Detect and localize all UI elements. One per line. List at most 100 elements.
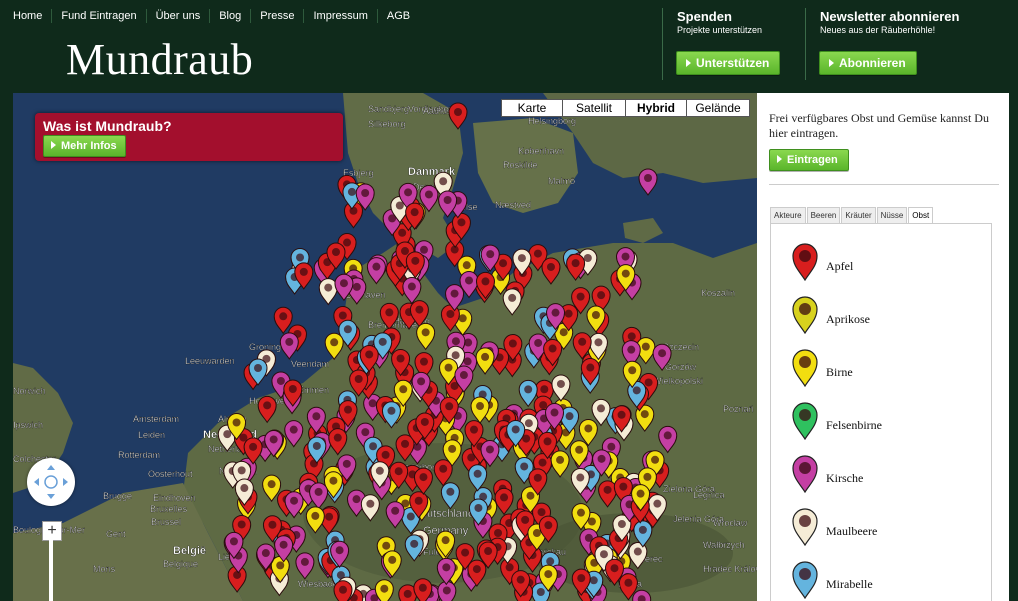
zoom-slider[interactable] [49,540,53,601]
legend-label: Maulbeere [826,524,878,538]
tab-nüsse[interactable]: Nüsse [876,207,908,223]
nav-link-3[interactable]: Blog [210,9,252,23]
pan-arrows-icon [34,465,68,499]
nav-link-0[interactable]: Home [4,9,53,23]
info-box-title: Was ist Mundraub? [43,118,172,134]
map-label: België [173,545,206,557]
mulberry-marker-icon [792,508,818,547]
legend-item: Mirabelle [791,560,981,600]
map-label: København [518,146,564,156]
map-type-satellit[interactable]: Satellit [562,99,626,117]
pear-marker-icon [792,349,818,388]
arrow-right-icon [51,141,56,150]
donate-subtitle: Projekte unterstützen [677,25,763,35]
legend-item: Aprikose [791,295,981,335]
map-label: Belgique [163,559,198,569]
map-label: Rotterdam [118,450,160,460]
donate-title: Spenden [677,9,732,24]
legend-label: Mirabelle [826,577,873,591]
map-label: Ipswich [13,420,43,430]
map-label: Bruxelles [150,504,188,514]
map-label: Leiden [138,430,165,440]
arrow-right-icon [777,155,782,164]
apple-marker-icon [792,243,818,282]
nav-link-2[interactable]: Über uns [147,9,211,23]
top-navigation: Home Fund Eintragen Über uns Blog Presse Impr… [4,8,419,24]
map-type-hybrid[interactable]: Hybrid [625,99,687,117]
legend-label: Aprikose [826,312,870,326]
map-label: Malmö [548,176,575,186]
fruit-marker[interactable] [374,579,394,601]
more-info-button[interactable]: Mehr Infos [43,135,126,157]
map-label: Helsingborg [528,116,576,126]
map-label: Næstved [495,200,531,210]
legend-item: Maulbeere [791,507,981,547]
map-label: Wałbrzych [703,540,745,550]
tab-kräuter[interactable]: Kräuter [841,207,876,223]
tab-obst[interactable]: Obst [908,207,934,223]
map-label: Brugge [103,491,132,501]
zoom-in-button[interactable]: + [42,521,62,541]
nav-link-6[interactable]: AGB [378,9,419,23]
sidebar-intro: Frei verfügbares Obst und Gemüse kannst … [769,111,989,140]
map-label: Sandbjerg [368,104,409,114]
map-label: Roskilde [503,160,538,170]
map-label: Jelenia Góra [673,514,724,524]
cherry-marker-icon [792,455,818,494]
pan-control[interactable] [27,458,75,506]
legend-item: Kirsche [791,454,981,494]
map-label: Aarhus [423,106,452,116]
map-label: Amsterdam [133,414,179,424]
map-type-control: Karte Satellit Hybrid Gelände [501,99,750,117]
fruit-legend: Apfel Aprikose Birne Felsenbirne Kirsche Maul… [770,223,992,601]
site-logo[interactable]: Mundraub [66,34,253,86]
map-type-gelände[interactable]: Gelände [686,99,750,117]
map-label: Eindhoven [153,493,196,503]
divider [769,184,999,185]
map-view[interactable]: Sandbjerg Vordingborg Næstved Helsingborg Kø… [13,93,757,601]
add-entry-button[interactable]: Eintragen [769,149,849,171]
legend-item: Apfel [791,242,981,282]
subscribe-button-label: Abonnieren [839,56,906,70]
donate-button-label: Unterstützen [696,56,770,70]
sidebar: Frei verfügbares Obst und Gemüse kannst … [757,93,1009,601]
newsletter-subtitle: Neues aus der Räuberhöhle! [820,25,936,35]
map-label: Legnica [693,490,725,500]
map-label: Norwich [13,386,46,396]
arrow-right-icon [686,58,691,67]
tab-beeren[interactable]: Beeren [806,207,841,223]
legend-item: Felsenbirne [791,401,981,441]
map-label: Poznań [723,404,754,414]
donate-button[interactable]: Unterstützen [676,51,781,75]
right-frame [1009,93,1018,601]
fruit-marker[interactable] [333,580,353,601]
mirabelle-marker-icon [792,561,818,600]
apricot-marker-icon [792,296,818,335]
legend-label: Birne [826,365,853,379]
map-label: Koszalin [701,288,735,298]
map-label: Wielkopolski [653,376,703,386]
serviceberry-marker-icon [792,402,818,441]
nav-link-4[interactable]: Presse [251,9,305,23]
map-label: Leeuwarden [185,356,235,366]
info-box: Was ist Mundraub? Mehr Infos [35,113,343,161]
map-label: Gorzów [665,362,697,372]
map-type-karte[interactable]: Karte [501,99,563,117]
map-label: Emmen [298,385,329,395]
legend-label: Apfel [826,259,854,273]
map-label: Veendam [291,359,329,369]
nav-link-5[interactable]: Impressum [304,9,378,23]
legend-item: Birne [791,348,981,388]
map-canvas[interactable]: SandbjergVordingborgNæstvedHelsingborgKø… [13,93,757,601]
map-label: Mons [93,564,116,574]
subscribe-button[interactable]: Abonnieren [819,51,917,75]
map-label: Hradec Králové [703,564,757,574]
map-label: Oosterhout [148,469,193,479]
nav-link-1[interactable]: Fund Eintragen [52,9,147,23]
legend-label: Felsenbirne [826,418,882,432]
legend-label: Kirsche [826,471,864,485]
add-entry-label: Eintragen [787,154,838,166]
app: Home Fund Eintragen Über uns Blog Presse Impr… [0,0,1018,601]
tab-akteure[interactable]: Akteure [770,207,806,223]
newsletter-title: Newsletter abonnieren [820,9,960,24]
